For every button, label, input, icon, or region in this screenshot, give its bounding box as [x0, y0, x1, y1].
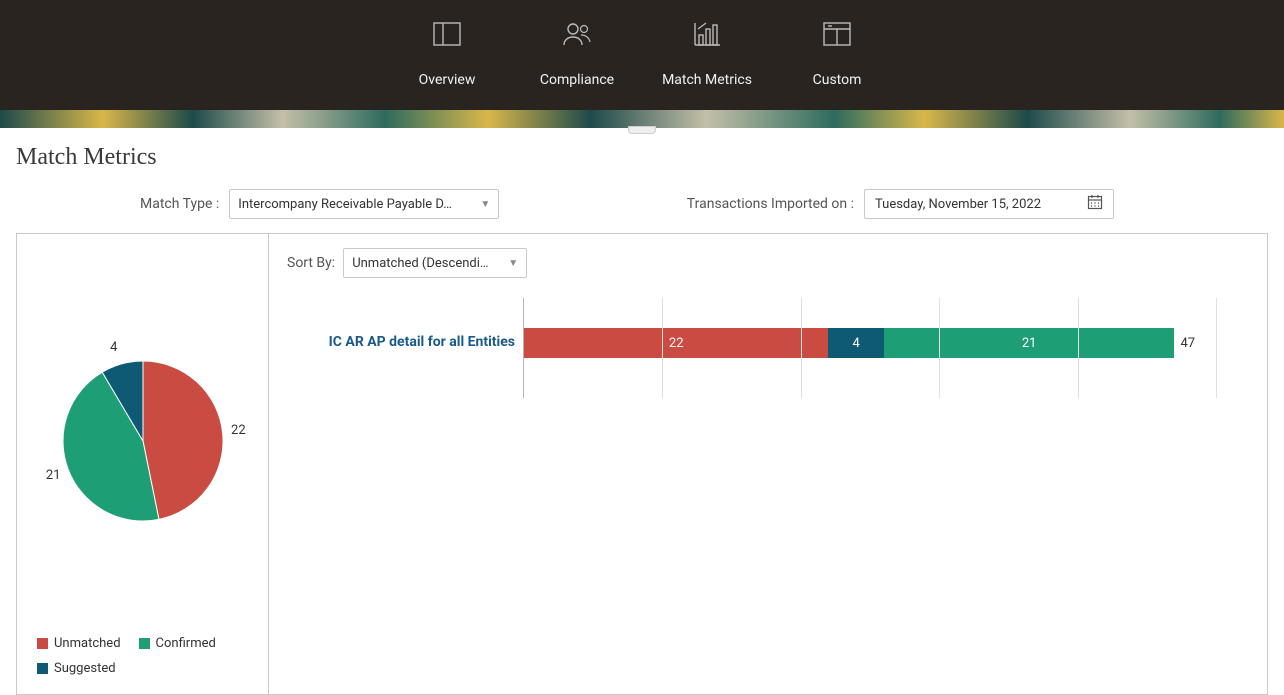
grid-line	[939, 298, 940, 398]
sort-by-label: Sort By:	[287, 255, 335, 271]
decorative-strip	[0, 110, 1284, 128]
bar-row-label[interactable]: IC AR AP detail for all Entities	[287, 334, 515, 350]
bar-panel: Sort By: Unmatched (Descendi… ▼ IC AR AP…	[268, 233, 1268, 695]
tab-match-metrics-label: Match Metrics	[662, 72, 752, 88]
pie-panel: 22 21 4 Unmatched Confirmed Suggested	[16, 233, 268, 695]
tab-custom-label: Custom	[813, 72, 862, 88]
match-type-label: Match Type :	[140, 196, 219, 212]
grid-line	[662, 298, 663, 398]
chevron-down-icon: ▼	[508, 258, 518, 269]
tab-match-metrics[interactable]: Match Metrics	[647, 18, 767, 88]
stacked-bar-chart[interactable]: IC AR AP detail for all Entities 22421 47	[287, 298, 1251, 398]
chart-icon	[692, 18, 722, 50]
bar-segment-suggested[interactable]: 4	[828, 328, 883, 358]
tab-compliance[interactable]: Compliance	[517, 18, 637, 88]
pie-label-unmatched: 22	[231, 423, 246, 438]
calendar-icon	[1087, 194, 1103, 214]
legend-label-suggested: Suggested	[54, 661, 116, 676]
pie-legend: Unmatched Confirmed Suggested	[27, 636, 258, 676]
import-date-label: Transactions Imported on :	[687, 196, 854, 212]
legend-label-unmatched: Unmatched	[54, 636, 121, 651]
tab-overview-label: Overview	[419, 72, 476, 88]
bar-segment-unmatched[interactable]: 22	[524, 328, 828, 358]
grid-line	[801, 298, 802, 398]
import-date-picker[interactable]: Tuesday, November 15, 2022	[864, 189, 1114, 219]
tab-overview[interactable]: Overview	[387, 18, 507, 88]
swatch-unmatched	[37, 638, 48, 649]
layout-icon	[823, 18, 851, 50]
swatch-confirmed	[139, 638, 150, 649]
chevron-down-icon: ▼	[480, 199, 490, 210]
tab-compliance-label: Compliance	[540, 72, 614, 88]
overview-icon	[433, 18, 461, 50]
pie-label-confirmed: 21	[46, 468, 61, 483]
legend-item-unmatched[interactable]: Unmatched	[37, 636, 121, 651]
legend-item-suggested[interactable]: Suggested	[37, 661, 116, 676]
drag-handle-icon[interactable]	[628, 126, 656, 134]
sort-by-value: Unmatched (Descendi…	[352, 256, 488, 271]
legend-label-confirmed: Confirmed	[156, 636, 216, 651]
pie-label-suggested: 4	[110, 340, 117, 355]
filter-bar: Match Type : Intercompany Receivable Pay…	[16, 189, 1268, 219]
bar-total-label: 47	[1180, 336, 1195, 351]
legend-item-confirmed[interactable]: Confirmed	[139, 636, 216, 651]
sort-by-select[interactable]: Unmatched (Descendi… ▼	[343, 248, 527, 278]
page-title: Match Metrics	[16, 144, 1268, 171]
bar-segment-confirmed[interactable]: 21	[884, 328, 1175, 358]
import-date-value: Tuesday, November 15, 2022	[875, 197, 1041, 212]
tab-custom[interactable]: Custom	[777, 18, 897, 88]
pie-chart[interactable]: 22 21 4	[27, 254, 258, 628]
people-icon	[562, 18, 592, 50]
match-type-select[interactable]: Intercompany Receivable Payable D… ▼	[229, 189, 499, 219]
grid-line	[1078, 298, 1079, 398]
top-nav: Overview Compliance Match Metrics Custom	[0, 0, 1284, 110]
match-type-value: Intercompany Receivable Payable D…	[238, 197, 452, 212]
grid-line	[1216, 298, 1217, 398]
swatch-suggested	[37, 663, 48, 674]
